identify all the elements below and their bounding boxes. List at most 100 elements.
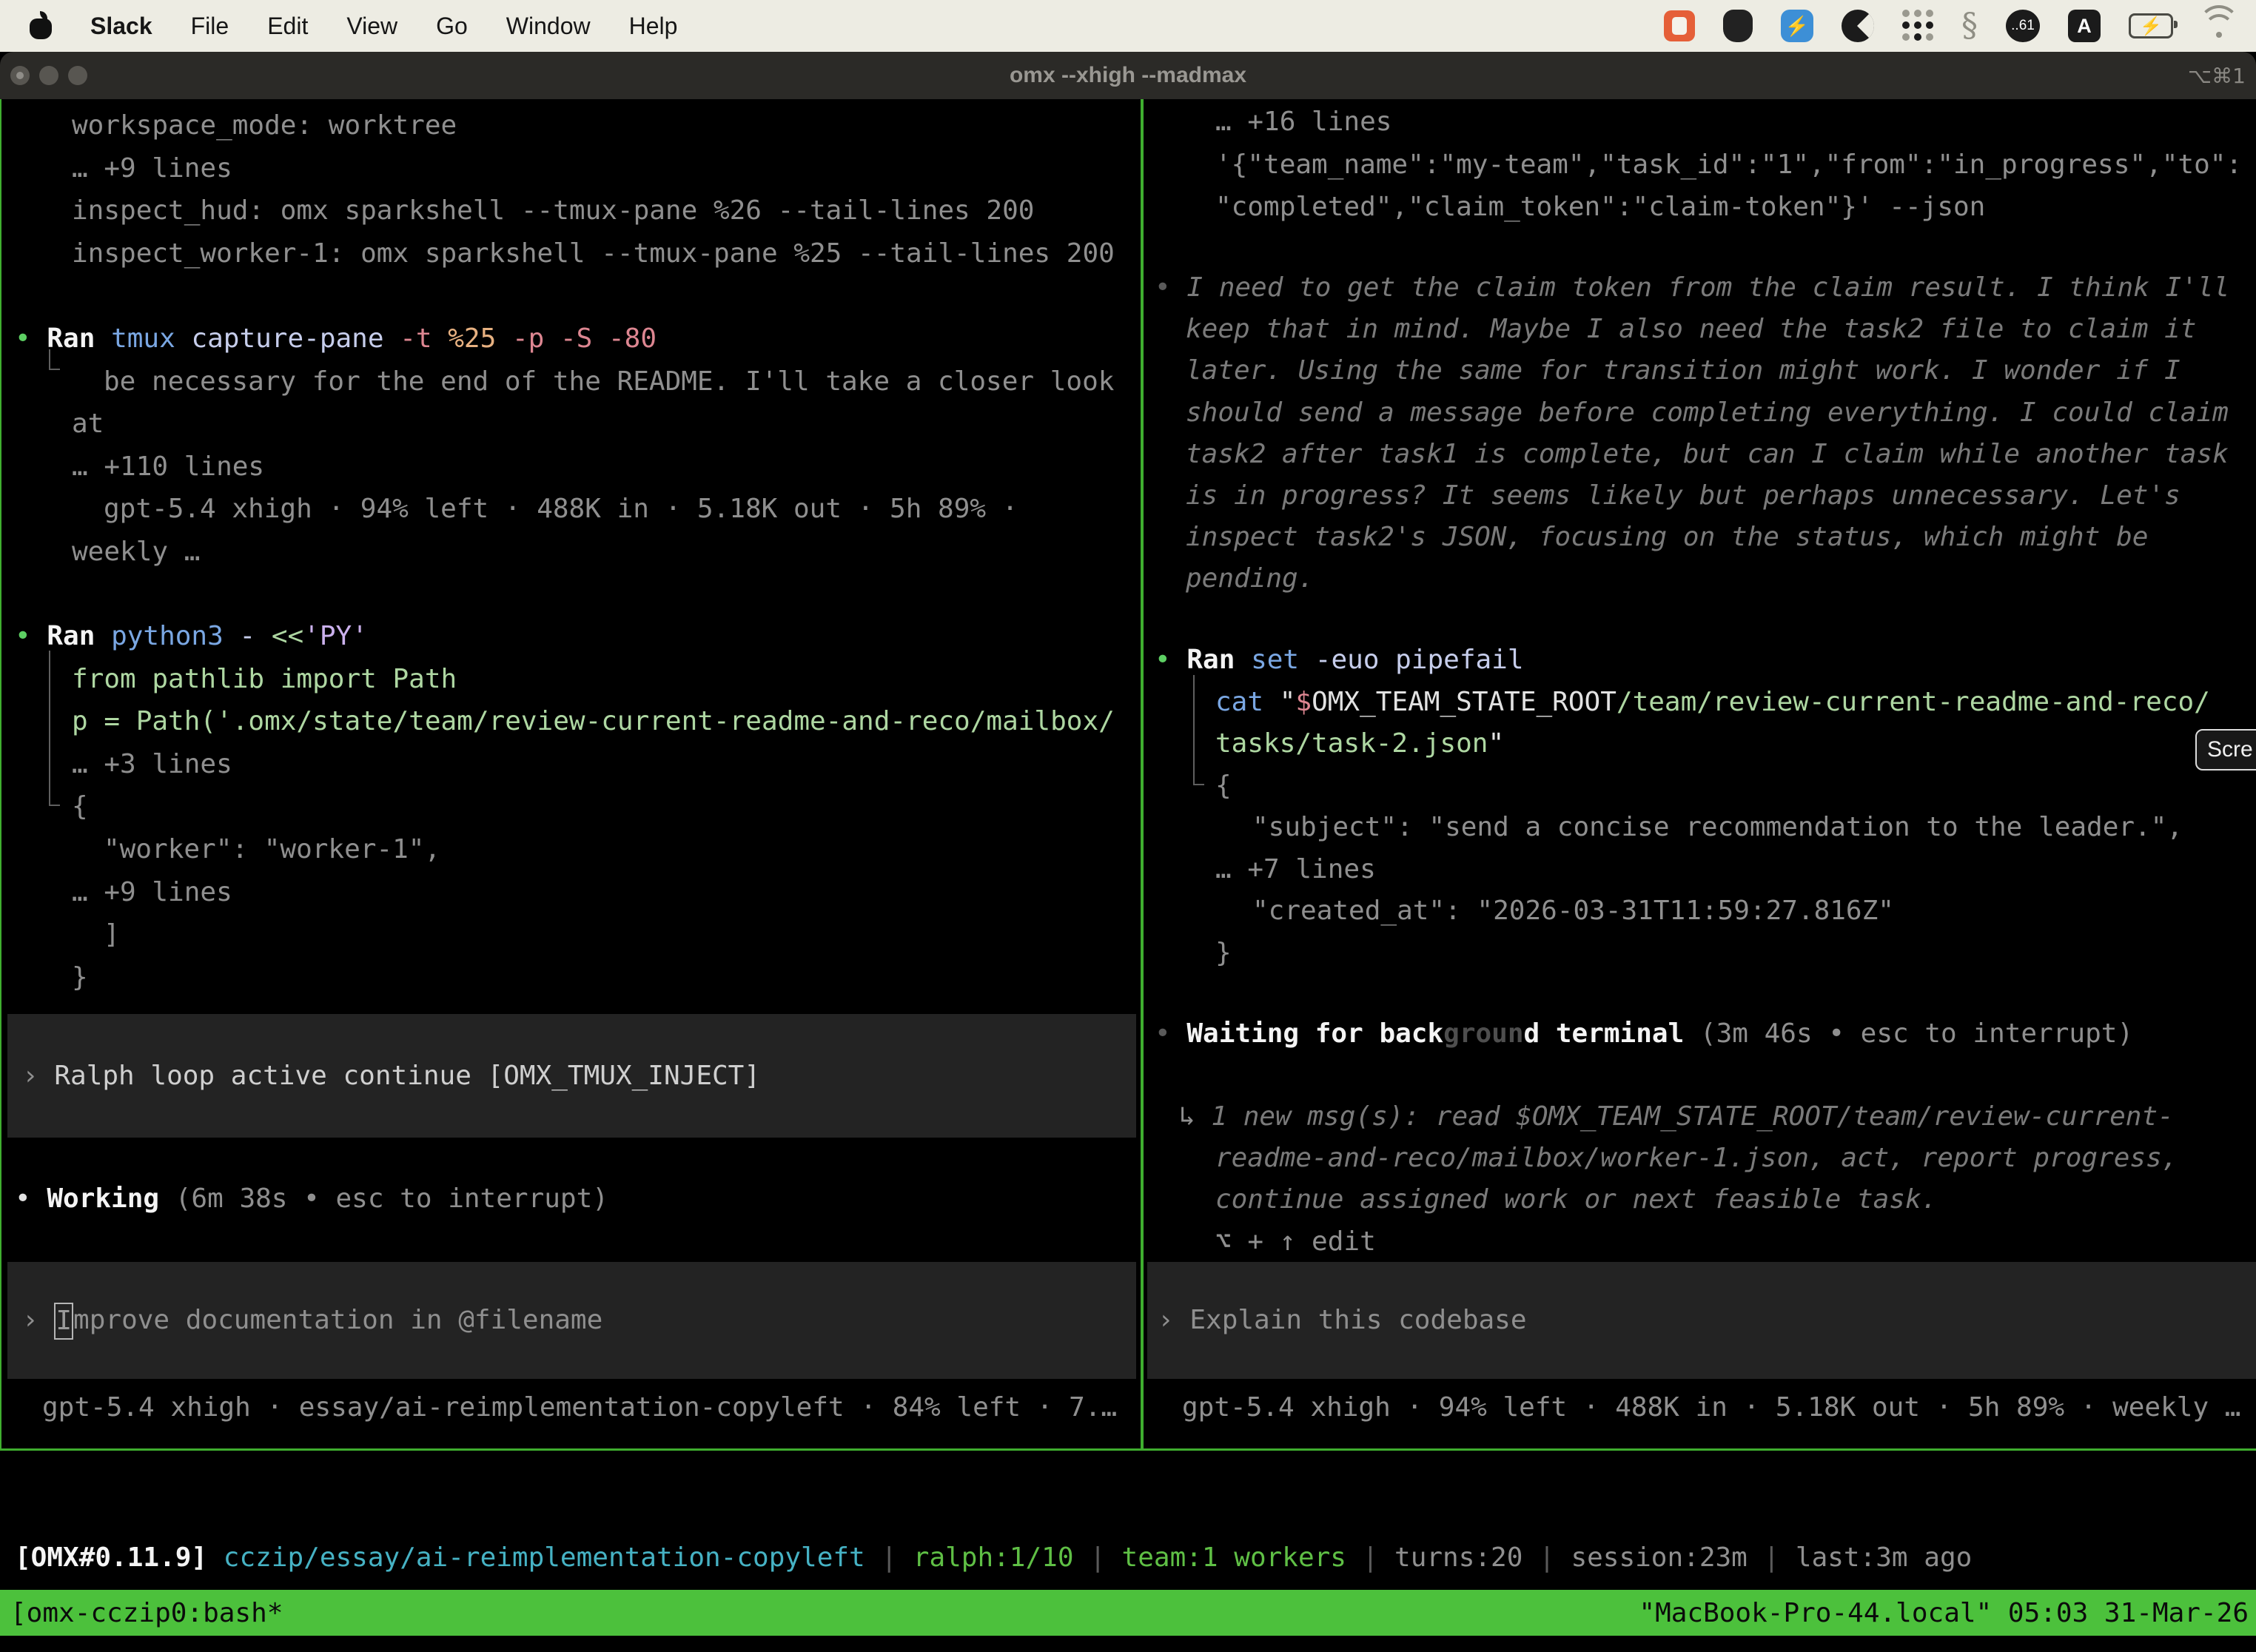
right-pane-worker[interactable]: … +16 lines'{"team_name":"my-team","task…: [1144, 99, 2256, 1450]
text-segment: $: [1295, 687, 1312, 717]
terminal-line: is in progress? It seems likely but perh…: [1144, 475, 2256, 517]
ran-set-block: • Ran set -euo pipefailcat "$OMX_TEAM_ST…: [1144, 639, 2256, 974]
squiggle-icon[interactable]: §: [1961, 10, 1978, 42]
text-segment: … +9 lines: [72, 877, 232, 907]
pane-border-left: [0, 99, 1, 1450]
text-segment: ⌥ + ↑ edit: [1215, 1226, 1376, 1257]
window-titlebar[interactable]: omx --xhigh --madmax ⌥⌘1: [0, 52, 2256, 99]
text-segment: Ralph loop active continue [OMX_TMUX_INJ…: [54, 1061, 760, 1091]
text-segment: pending.: [1186, 563, 1314, 594]
wifi-icon[interactable]: [2201, 13, 2237, 39]
terminal-line: p = Path('.omx/state/team/review-current…: [0, 700, 1141, 743]
text-segment: ralph:1/10: [913, 1542, 1074, 1573]
text-segment: •: [1155, 272, 1186, 303]
crescent-icon[interactable]: [1842, 10, 1874, 42]
right-prompt-input[interactable]: › Explain this codebase: [1147, 1262, 2256, 1379]
terminal-line: gpt-5.4 xhigh · 94% left · 488K in · 5.1…: [0, 488, 1141, 531]
battery-app-icon[interactable]: ..61: [2006, 10, 2040, 42]
text-segment: "completed","claim_token":"claim-token"}…: [1215, 192, 1985, 222]
menu-item-go[interactable]: Go: [436, 13, 468, 40]
menu-item-file[interactable]: File: [191, 13, 229, 40]
pane-border-bottom: [0, 1448, 2256, 1451]
omx-status-line: [OMX#0.11.9] cczip/essay/ai-reimplementa…: [0, 1537, 2256, 1579]
terminal-line: … +9 lines: [0, 147, 1141, 190]
text-segment: … +7 lines: [1215, 854, 1376, 884]
terminal-line: "worker": "worker-1",: [0, 828, 1141, 871]
shield-grid-icon[interactable]: [1723, 10, 1753, 42]
text-segment: •: [1155, 645, 1186, 675]
text-segment: groun: [1443, 1018, 1523, 1049]
terminal-line: • Ran python3 - <<'PY': [0, 615, 1141, 658]
text-segment: be necessary for the end of the README. …: [104, 366, 1114, 397]
terminal-line: task2 after task1 is complete, but can I…: [1144, 434, 2256, 475]
terminal-line: • Ran set -euo pipefail: [1144, 639, 2256, 682]
pane-divider[interactable]: [1141, 99, 1144, 1450]
text-segment: cat: [1215, 687, 1280, 717]
ran-python-block: • Ran python3 - <<'PY' from pathlib impor…: [0, 615, 1141, 998]
right-scrollback: … +16 lines'{"team_name":"my-team","task…: [1144, 101, 2256, 229]
terminal-line: continue assigned work or next feasible …: [1144, 1179, 2256, 1220]
text-segment: [207, 1542, 224, 1573]
text-segment: gpt-5.4 xhigh · 94% left · 488K in · 5.1…: [104, 494, 1018, 524]
text-segment: |: [1074, 1542, 1122, 1573]
text-segment: later. Using the same for transition mig…: [1186, 355, 2181, 386]
ran-tmux-block: • Ran tmux capture-pane -t %25 -p -S -80…: [0, 318, 1141, 574]
text-segment: ]: [104, 919, 120, 950]
text-segment: Ran: [47, 621, 111, 651]
terminal-line: ]: [0, 913, 1141, 956]
input-source-icon[interactable]: A: [2068, 10, 2101, 42]
app-menu-slack[interactable]: Slack: [90, 13, 152, 40]
text-segment: }: [1215, 938, 1232, 968]
dots-grid-icon[interactable]: [1902, 10, 1933, 42]
terminal-line: … +110 lines: [0, 446, 1141, 488]
text-segment: python3: [111, 621, 239, 651]
terminal-line: keep that in mind. Maybe I also need the…: [1144, 309, 2256, 350]
text-segment: -: [239, 621, 271, 651]
text-segment: turns:20: [1394, 1542, 1523, 1573]
text-segment: {: [1215, 770, 1232, 801]
tmux-session-label: [omx-cczip0:bash*: [10, 1598, 283, 1628]
text-segment: ›: [22, 1305, 54, 1335]
terminal-line: readme-and-reco/mailbox/worker-1.json, a…: [1144, 1138, 2256, 1179]
text-segment: Explain this codebase: [1189, 1305, 1526, 1335]
text-segment: at: [72, 409, 104, 439]
text-segment: -t: [400, 323, 448, 354]
text-segment: •: [1155, 1018, 1186, 1049]
mailbox-message-block: ↳ 1 new msg(s): read $OMX_TEAM_STATE_ROO…: [1144, 1096, 2256, 1263]
text-segment: is in progress? It seems likely but perh…: [1186, 480, 2181, 511]
terminal-line: › Explain this codebase: [1147, 1299, 2256, 1342]
menu-item-help[interactable]: Help: [629, 13, 678, 40]
tmux-status-bar[interactable]: [omx-cczip0:bash* "MacBook-Pro-44.local"…: [0, 1590, 2256, 1636]
text-segment: … +3 lines: [72, 749, 232, 779]
left-prompt-input[interactable]: › Improve documentation in @filename: [7, 1262, 1136, 1379]
left-scrollback: workspace_mode: worktree… +9 linesinspec…: [0, 104, 1141, 275]
terminal-window: omx --xhigh --madmax ⌥⌘1 workspace_mode:…: [0, 52, 2256, 1652]
text-segment: from pathlib import Path: [72, 664, 457, 694]
text-segment: "created_at": "2026-03-31T11:59:27.816Z": [1252, 896, 1894, 926]
terminal-line: '{"team_name":"my-team","task_id":"1","f…: [1144, 144, 2256, 187]
text-segment: •: [15, 1183, 47, 1214]
output-elbow-icon: [49, 651, 60, 806]
text-segment: Waiting for back: [1186, 1018, 1443, 1049]
left-pane-hud[interactable]: workspace_mode: worktree… +9 linesinspec…: [0, 99, 1141, 1450]
menu-item-window[interactable]: Window: [506, 13, 591, 40]
thinking-block: • I need to get the claim token from the…: [1144, 267, 2256, 600]
text-segment: {: [72, 791, 88, 822]
terminal-line: from pathlib import Path: [0, 658, 1141, 701]
menu-item-view[interactable]: View: [346, 13, 397, 40]
text-segment: |: [865, 1542, 913, 1573]
screen-share-icon[interactable]: [1664, 10, 1695, 41]
text-segment: 'PY': [303, 621, 368, 651]
text-segment: Ran: [1186, 645, 1251, 675]
text-segment: OMX_TEAM_STATE_ROOT: [1312, 687, 1617, 717]
text-segment: … +110 lines: [72, 451, 264, 482]
terminal-line: {: [1144, 765, 2256, 807]
working-status-line: • Working (6m 38s • esc to interrupt): [0, 1178, 1141, 1220]
battery-charging-icon[interactable]: ⚡: [2129, 13, 2173, 38]
text-segment: inspect task2's JSON, focusing on the st…: [1186, 522, 2148, 552]
menu-item-edit[interactable]: Edit: [267, 13, 308, 40]
apple-menu-icon[interactable]: [30, 13, 52, 39]
blue-badge-icon[interactable]: ⚡: [1781, 10, 1813, 42]
terminal-line: › Ralph loop active continue [OMX_TMUX_I…: [7, 1055, 1136, 1098]
text-segment: |: [1346, 1542, 1394, 1573]
